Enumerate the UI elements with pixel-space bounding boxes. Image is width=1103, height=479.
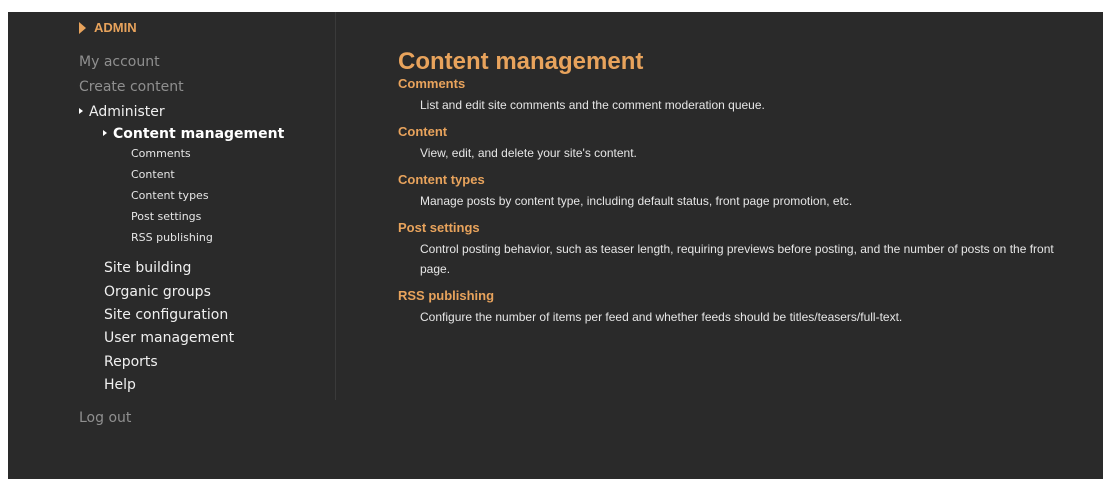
main-content: Content management Comments List and edi… [398,48,1078,336]
admin-entry: Comments List and edit site comments and… [398,76,1078,115]
admin-entry: Content View, edit, and delete your site… [398,124,1078,163]
post-settings-description: Control posting behavior, such as teaser… [420,242,1054,276]
page-title: Content management [398,48,644,75]
sidebar-item-site-configuration[interactable]: Site configuration [104,307,228,323]
create-content-link[interactable]: Create content [79,79,184,95]
sidebar-navigation: ADMIN My account Create content Administ… [8,12,336,400]
log-out-link[interactable]: Log out [79,410,131,426]
sidebar-item-administer[interactable]: Administer [79,104,165,120]
admin-section-header[interactable]: ADMIN [79,20,137,35]
admin-header-label: ADMIN [94,20,137,35]
sidebar-item-user-management[interactable]: User management [104,330,234,346]
rss-publishing-link[interactable]: RSS publishing [398,288,1078,304]
expanded-arrow-icon [79,108,83,114]
expanded-arrow-icon [103,130,107,136]
sidebar-item-content[interactable]: Content [131,168,175,181]
sidebar-item-comments[interactable]: Comments [131,147,191,160]
content-link[interactable]: Content [398,124,1078,140]
my-account-link[interactable]: My account [79,54,160,70]
sidebar-item-reports[interactable]: Reports [104,354,158,370]
comments-link[interactable]: Comments [398,76,1078,92]
sidebar-item-rss-publishing[interactable]: RSS publishing [131,231,213,244]
admin-entry: RSS publishing Configure the number of i… [398,288,1078,327]
administer-label: Administer [89,104,165,120]
content-description: View, edit, and delete your site's conte… [420,146,637,160]
sidebar-item-site-building[interactable]: Site building [104,260,191,276]
sidebar-item-content-management[interactable]: Content management [103,126,284,142]
sidebar-item-content-types[interactable]: Content types [131,189,209,202]
admin-page: ADMIN My account Create content Administ… [8,12,1103,479]
content-management-label: Content management [113,126,285,142]
post-settings-link[interactable]: Post settings [398,220,1078,236]
sidebar-item-organic-groups[interactable]: Organic groups [104,284,211,300]
content-types-link[interactable]: Content types [398,172,1078,188]
sidebar-item-post-settings[interactable]: Post settings [131,210,201,223]
rss-publishing-description: Configure the number of items per feed a… [420,310,903,324]
expanded-triangle-icon [79,21,86,34]
sidebar-item-help[interactable]: Help [104,377,136,393]
admin-entry: Content types Manage posts by content ty… [398,172,1078,211]
content-types-description: Manage posts by content type, including … [420,194,853,208]
comments-description: List and edit site comments and the comm… [420,98,765,112]
admin-entry: Post settings Control posting behavior, … [398,220,1078,279]
